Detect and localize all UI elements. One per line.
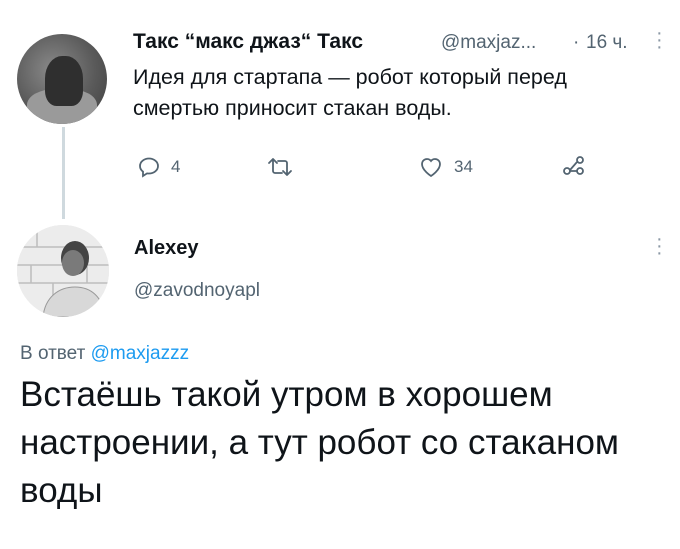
retweet-icon: [268, 158, 292, 176]
display-name[interactable]: Alexey: [134, 237, 199, 260]
share-icon: [563, 156, 584, 175]
display-name[interactable]: Такс “макс джаз“ Такс: [133, 30, 363, 54]
avatar-photo-part: [45, 56, 83, 106]
reply-context: В ответ @maxjazzz: [20, 343, 189, 365]
thread-line: [62, 127, 65, 219]
reply-handle-link[interactable]: @maxjazzz: [91, 343, 189, 364]
timestamp[interactable]: 16 ч.: [586, 32, 628, 54]
tweet-text: Встаёшь такой утром в хорошем настроении…: [20, 375, 619, 510]
separator-dot: ·: [573, 32, 580, 53]
reply-button[interactable]: 4: [137, 155, 180, 179]
avatar[interactable]: [17, 225, 109, 317]
more-icon[interactable]: · · ·: [656, 23, 663, 57]
like-icon: [421, 158, 441, 178]
handle[interactable]: @zavodnoyapl: [134, 280, 260, 302]
reply-prefix: В ответ: [20, 343, 86, 364]
avatar[interactable]: [17, 34, 107, 124]
avatar-photo: [17, 225, 109, 317]
more-icon[interactable]: · · ·: [656, 229, 663, 263]
like-button[interactable]: 34: [418, 155, 473, 179]
tweet-text: Идея для стартапа — робот который перед …: [133, 65, 567, 120]
reply-count: 4: [171, 157, 181, 176]
handle[interactable]: @maxjaz...: [441, 32, 536, 54]
share-button[interactable]: [562, 155, 588, 179]
like-count: 34: [454, 157, 473, 176]
retweet-button[interactable]: [266, 155, 304, 179]
reply-icon: [139, 157, 159, 178]
